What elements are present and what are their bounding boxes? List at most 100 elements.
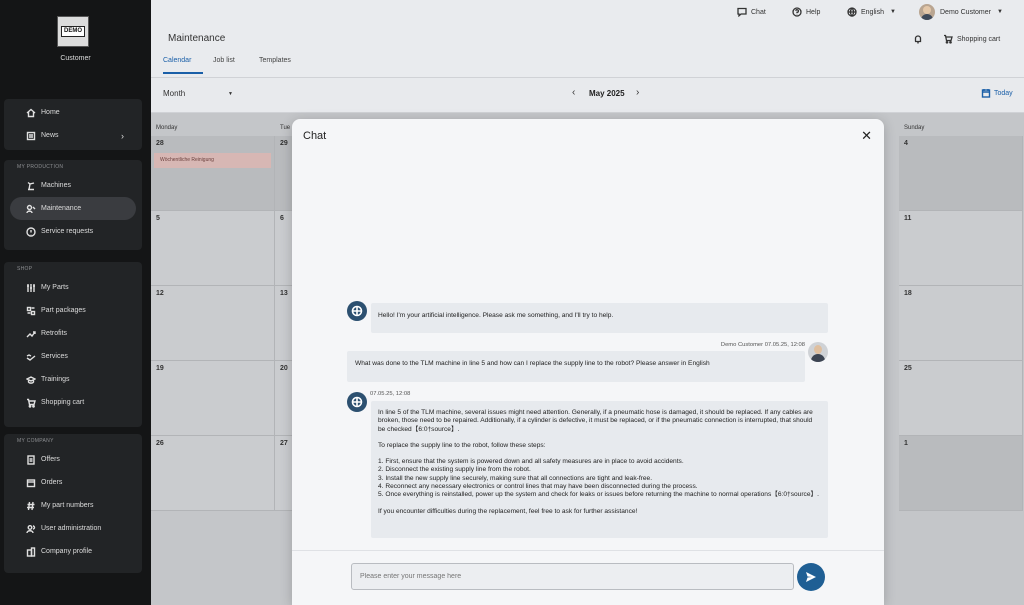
tab-job-list[interactable]: Job list [213,57,235,64]
sidebar-item-label: Retrofits [41,330,68,337]
sidebar-item-retrofits[interactable]: Retrofits [10,322,136,345]
sidebar-item-trainings[interactable]: Trainings [10,368,136,391]
top-bar: Chat Help English ▼ Demo Customer ▼ Shop… [151,0,1024,77]
sidebar-item-part-packages[interactable]: Part packages [10,299,136,322]
today-button[interactable]: Today [981,88,1013,98]
sidebar-item-user-administration[interactable]: User administration [10,517,136,540]
machine-icon [27,181,35,190]
sidebar-item-services[interactable]: Services [10,345,136,368]
user-avatar [808,342,828,362]
nav-group-shop: SHOP My Parts Part packages Retrofits Se… [4,262,142,427]
message-paragraph: 1. First, ensure that the system is powe… [378,458,684,466]
sidebar-item-label: Orders [41,479,63,486]
sidebar-item-maintenance[interactable]: Maintenance [10,197,136,220]
sidebar-item-label: Service requests [41,228,94,235]
trend-icon [26,330,36,337]
chat-input-area [292,550,884,605]
calendar-day[interactable]: 28 Wöchentliche Reinigung [151,136,275,211]
shopping-cart-link[interactable]: Shopping cart [943,34,1000,44]
sidebar-item-offers[interactable]: Offers [10,448,136,471]
sidebar-item-label: Offers [41,456,60,463]
tab-calendar[interactable]: Calendar [163,57,191,64]
offers-icon [27,454,35,465]
day-number: 13 [280,290,288,297]
sidebar-item-label: Trainings [41,376,70,383]
sidebar-item-machines[interactable]: Machines [10,174,136,197]
language-select[interactable]: English ▼ [847,7,896,17]
news-icon [26,131,36,140]
user-name: Demo Customer [940,8,991,16]
nav-group-main: Home News › [4,99,142,150]
training-icon [26,375,36,384]
sidebar-item-home[interactable]: Home [10,101,136,124]
sidebar-item-news[interactable]: News › [10,124,136,147]
sidebar-item-service-requests[interactable]: Service requests [10,220,136,243]
sidebar-item-shopping-cart[interactable]: Shopping cart [10,391,136,414]
chat-link[interactable]: Chat [737,7,766,17]
user-role: Customer [60,55,91,62]
cart-icon [27,398,36,408]
tab-templates[interactable]: Templates [259,57,291,64]
sidebar-item-label: Services [41,353,68,360]
day-header-sunday: Sunday [904,125,925,131]
message-paragraph: In line 5 of the TLM machine, several is… [378,409,813,433]
calendar-day[interactable]: 4 [899,136,1023,211]
day-number: 27 [280,440,288,447]
calendar-day[interactable]: 1 [899,436,1023,511]
company-logo[interactable]: DEMO [57,16,89,47]
day-number: 5 [156,215,160,222]
view-select[interactable]: Month ▼ [163,89,233,98]
sidebar-item-label: My part numbers [41,502,94,509]
calendar-day[interactable]: 18 [899,286,1023,361]
help-link[interactable]: Help [792,7,820,17]
logo-text: DEMO [61,26,85,37]
user-menu[interactable]: Demo Customer ▼ [919,4,1003,20]
message-paragraph: 2. Disconnect the existing supply line f… [378,466,531,474]
sidebar-item-orders[interactable]: Orders [10,471,136,494]
sidebar-item-company-profile[interactable]: Company profile [10,540,136,563]
chat-dialog-title: Chat [303,130,327,142]
message-input[interactable] [351,563,794,590]
next-month-button[interactable]: › [636,87,639,98]
notifications-button[interactable] [913,34,927,44]
chat-dialog: Chat ✕ Hello! I'm your artificial intell… [292,119,884,605]
close-icon[interactable]: ✕ [861,128,872,144]
nav-group-company: MY COMPANY Offers Orders My part numbers… [4,434,142,573]
day-number: 4 [904,140,908,147]
sidebar-item-label: My Parts [41,284,69,291]
help-icon [792,7,802,17]
calendar-day[interactable]: 26 [151,436,275,511]
calendar-day[interactable]: 11 [899,211,1023,286]
home-icon [26,108,36,117]
parts-icon [27,283,35,292]
day-number: 20 [280,365,288,372]
day-number: 6 [280,215,284,222]
calendar-day[interactable]: 19 [151,361,275,436]
user-avatar [919,4,935,20]
calendar-day[interactable]: 12 [151,286,275,361]
globe-icon [847,7,857,17]
send-button[interactable] [797,563,825,591]
day-header-monday: Monday [156,125,178,131]
sidebar: DEMO Customer Home News › MY PRODUCTION … [0,0,151,605]
sidebar-item-my-parts[interactable]: My Parts [10,276,136,299]
sidebar-item-label: Shopping cart [41,399,85,406]
dropdown-arrow-icon: ▼ [228,91,233,97]
calendar-toolbar: Month ▼ ‹ May 2025 › Today [151,77,1024,113]
day-number: 29 [280,140,288,147]
calendar-day[interactable]: 5 [151,211,275,286]
language-label: English [861,8,884,16]
message-meta: Demo Customer 07.05.25, 12:08 [720,342,805,348]
nav-group-header: SHOP [17,266,33,272]
sidebar-item-label: Part packages [41,307,86,314]
message-paragraph: 5. Once everything is reinstalled, power… [378,491,819,499]
shopping-cart-label: Shopping cart [957,35,1001,43]
sidebar-item-my-part-numbers[interactable]: My part numbers [10,494,136,517]
calendar-event[interactable]: Wöchentliche Reinigung [154,153,271,168]
send-icon [806,572,816,582]
day-number: 19 [156,365,164,372]
calendar-day[interactable]: 25 [899,361,1023,436]
ai-avatar [347,392,367,412]
today-label: Today [994,89,1013,97]
prev-month-button[interactable]: ‹ [572,87,575,98]
